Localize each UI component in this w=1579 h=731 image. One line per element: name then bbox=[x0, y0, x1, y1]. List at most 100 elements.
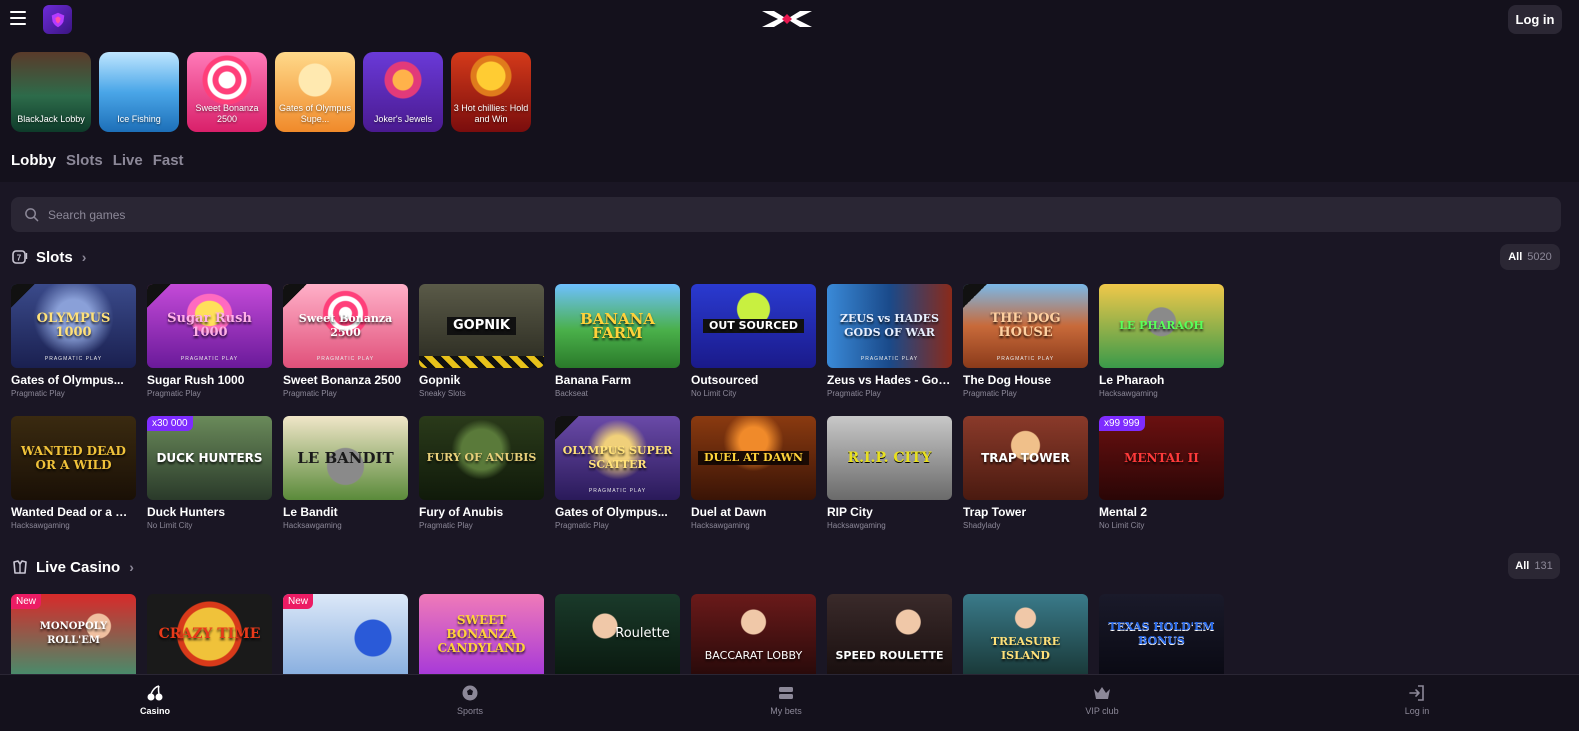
game-provider: Hacksawgaming bbox=[827, 521, 886, 530]
game-name: Le Bandit bbox=[283, 505, 338, 519]
game-name: Sugar Rush 1000 bbox=[147, 373, 245, 387]
game-art-title: LE BANDIT bbox=[297, 449, 394, 467]
brand-shield-icon[interactable] bbox=[43, 5, 72, 34]
story-label: BlackJack Lobby bbox=[17, 114, 85, 124]
slots-section-header[interactable]: 7 Slots › bbox=[11, 248, 86, 266]
story-3-hot-chillies[interactable]: 3 Hot chillies: Hold and Win bbox=[451, 52, 531, 132]
game-card[interactable]: GOPNIK Gopnik Sneaky Slots bbox=[419, 284, 544, 398]
nav-log-in[interactable]: Log in bbox=[1377, 683, 1457, 716]
live-game-card[interactable]: TREASURE ISLAND bbox=[963, 594, 1088, 674]
game-art-title: Sweet Bonanza 2500 bbox=[298, 312, 393, 339]
tab-fast[interactable]: Fast bbox=[153, 152, 184, 169]
chevron-right-icon: › bbox=[129, 559, 134, 575]
game-card[interactable]: THE DOG HOUSE PRAGMATIC PLAY The Dog Hous… bbox=[963, 284, 1088, 398]
game-card[interactable]: OLYMPUS SUPER SCATTER PRAGMATIC PLAY Gate… bbox=[555, 416, 680, 530]
game-card[interactable]: Sweet Bonanza 2500 PRAGMATIC PLAY Sweet B… bbox=[283, 284, 408, 398]
nav-vip-club[interactable]: VIP club bbox=[1062, 683, 1142, 716]
story-sweet-bonanza[interactable]: Sweet Bonanza 2500 bbox=[187, 52, 267, 132]
game-art-title: THE DOG HOUSE bbox=[990, 311, 1061, 340]
story-jokers-jewels[interactable]: Joker's Jewels bbox=[363, 52, 443, 132]
game-provider: Pragmatic Play bbox=[555, 521, 609, 530]
game-name: Gopnik bbox=[419, 373, 461, 387]
game-art-title: LE PHARAOH bbox=[1119, 319, 1204, 332]
game-provider: Hacksawgaming bbox=[283, 521, 342, 530]
game-card[interactable]: OUT SOURCED Outsourced No Limit City bbox=[691, 284, 816, 398]
game-art-title: OUT SOURCED bbox=[702, 319, 804, 333]
game-card[interactable]: WANTED DEAD OR A WILD Wanted Dead or a W… bbox=[11, 416, 136, 530]
tab-lobby[interactable]: Lobby bbox=[11, 152, 56, 169]
game-provider: Hacksawgaming bbox=[691, 521, 750, 530]
category-tabs: Lobby Slots Live Fast bbox=[11, 152, 184, 169]
slot-machine-icon: 7 bbox=[12, 250, 28, 264]
game-art-title: BANANA FARM bbox=[579, 310, 655, 342]
search-bar[interactable] bbox=[11, 197, 1561, 232]
live-game-card[interactable]: New bbox=[283, 594, 408, 674]
game-name: Gates of Olympus... bbox=[11, 373, 124, 387]
live-game-card[interactable]: TEXAS HOLD'EM BONUS bbox=[1099, 594, 1224, 674]
game-card[interactable]: BANANA FARM Banana Farm Backseat bbox=[555, 284, 680, 398]
game-card[interactable]: x99 999 MENTAL II Mental 2 No Limit City bbox=[1099, 416, 1224, 530]
game-provider: Pragmatic Play bbox=[283, 389, 337, 398]
menu-icon[interactable] bbox=[10, 11, 26, 25]
live-dealer-icon bbox=[13, 560, 27, 574]
live-game-card[interactable]: BACCARAT LOBBY bbox=[691, 594, 816, 674]
game-provider: Sneaky Slots bbox=[419, 389, 466, 398]
game-card[interactable]: x30 000 DUCK HUNTERS Duck Hunters No Limi… bbox=[147, 416, 272, 530]
soccer-ball-icon bbox=[462, 685, 478, 701]
live-casino-section-header[interactable]: Live Casino › bbox=[11, 558, 134, 576]
live-all-button[interactable]: All 131 bbox=[1508, 553, 1560, 579]
nav-label: Sports bbox=[456, 706, 483, 716]
game-card[interactable]: DUEL AT DAWN Duel at Dawn Hacksawgaming bbox=[691, 416, 816, 530]
game-art-title: ZEUS vs HADES GODS OF WAR bbox=[840, 312, 939, 339]
game-name: Gates of Olympus... bbox=[555, 505, 668, 519]
search-icon bbox=[25, 208, 39, 222]
game-card[interactable]: Sugar Rush 1000 PRAGMATIC PLAY Sugar Rush… bbox=[147, 284, 272, 398]
game-card[interactable]: LE PHARAOH Le Pharaoh Hacksawgaming bbox=[1099, 284, 1224, 398]
game-card[interactable]: ZEUS vs HADES GODS OF WAR PRAGMATIC PLAY … bbox=[827, 284, 952, 398]
search-input[interactable] bbox=[48, 207, 1448, 222]
chevron-right-icon: › bbox=[81, 249, 87, 265]
tab-slots[interactable]: Slots bbox=[66, 152, 103, 169]
game-name: The Dog House bbox=[963, 373, 1052, 387]
live-game-card[interactable]: SWEET BONANZA CANDYLAND bbox=[419, 594, 544, 674]
live-game-card[interactable]: SPEED ROULETTE bbox=[827, 594, 952, 674]
game-art-title: OLYMPUS 1000 bbox=[36, 311, 111, 340]
site-logo[interactable] bbox=[760, 8, 814, 30]
svg-text:7: 7 bbox=[17, 254, 22, 263]
top-bar: Log in bbox=[0, 0, 1579, 40]
game-card[interactable]: R.I.P. CITY RIP City Hacksawgaming bbox=[827, 416, 952, 530]
slots-all-button[interactable]: All 5020 bbox=[1500, 244, 1560, 270]
slots-section-title: Slots bbox=[36, 248, 73, 266]
nav-sports[interactable]: Sports bbox=[430, 683, 510, 716]
game-card[interactable]: LE BANDIT Le Bandit Hacksawgaming bbox=[283, 416, 408, 530]
nav-label: My bets bbox=[770, 706, 802, 716]
game-art-title: MENTAL II bbox=[1124, 451, 1199, 465]
game-provider: Pragmatic Play bbox=[963, 389, 1017, 398]
live-game-card[interactable]: Roulette bbox=[555, 594, 680, 674]
game-provider: No Limit City bbox=[147, 521, 193, 530]
live-game-card[interactable]: CRAZY TIME bbox=[147, 594, 272, 674]
live-casino-section-title: Live Casino bbox=[36, 558, 121, 576]
game-art-title: DUEL AT DAWN bbox=[698, 451, 809, 465]
story-label: Sweet Bonanza 2500 bbox=[195, 103, 259, 124]
game-art-title: TRAP TOWER bbox=[981, 451, 1070, 465]
story-ice-fishing[interactable]: Ice Fishing bbox=[99, 52, 179, 132]
nav-label: Log in bbox=[1404, 706, 1430, 716]
game-art-title: SWEET BONANZA CANDYLAND bbox=[437, 613, 526, 655]
live-game-card[interactable]: New MONOPOLY ROLL'EM bbox=[11, 594, 136, 674]
game-provider: Shadylady bbox=[963, 521, 1001, 530]
story-blackjack-lobby[interactable]: BlackJack Lobby bbox=[11, 52, 91, 132]
game-name: Wanted Dead or a Wild bbox=[11, 505, 136, 519]
game-card[interactable]: FURY OF ANUBIS Fury of Anubis Pragmatic … bbox=[419, 416, 544, 530]
nav-casino[interactable]: Casino bbox=[115, 683, 195, 716]
story-gates-of-olympus[interactable]: Gates of Olympus Supe... bbox=[275, 52, 355, 132]
game-card[interactable]: OLYMPUS 1000 PRAGMATIC PLAY Gates of Olym… bbox=[11, 284, 136, 398]
tab-live[interactable]: Live bbox=[113, 152, 143, 169]
game-provider: Pragmatic Play bbox=[11, 389, 65, 398]
game-name: Sweet Bonanza 2500 bbox=[283, 373, 402, 387]
login-button[interactable]: Log in bbox=[1508, 5, 1562, 34]
game-card[interactable]: TRAP TOWER Trap Tower Shadylady bbox=[963, 416, 1088, 530]
game-art-title: FURY OF ANUBIS bbox=[426, 451, 537, 464]
game-provider: Pragmatic Play bbox=[419, 521, 473, 530]
nav-my-bets[interactable]: My bets bbox=[746, 683, 826, 716]
